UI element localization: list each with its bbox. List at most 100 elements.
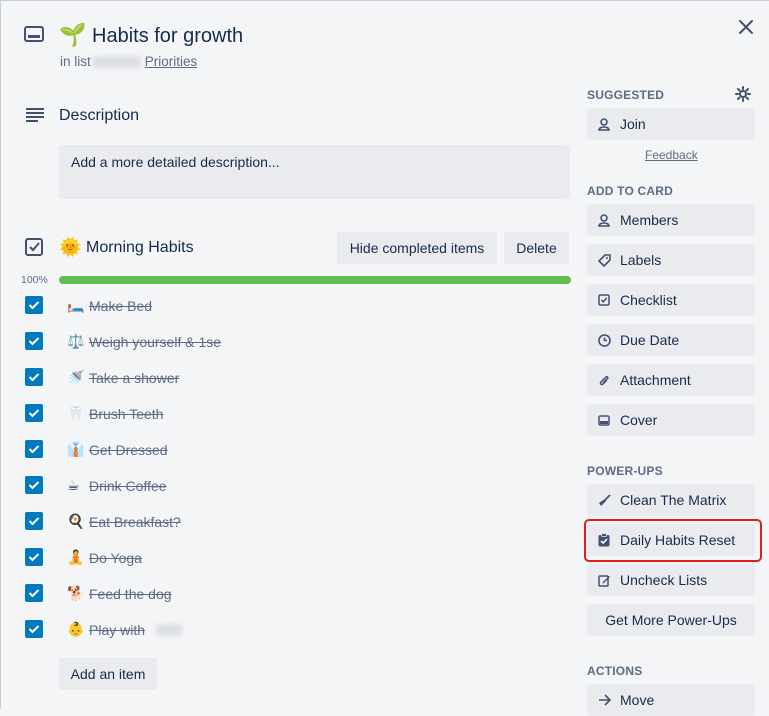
- broom-icon: [597, 493, 611, 507]
- paperclip-icon: [597, 373, 611, 387]
- sidebar-button-label: Checklist: [620, 292, 677, 308]
- checklist-item[interactable]: 🍳 Eat Breakfast?: [1, 504, 581, 540]
- progress-percent: 100%: [21, 274, 48, 286]
- due-date-button[interactable]: Due Date: [587, 324, 755, 356]
- sidebar-button-label: Members: [620, 212, 679, 228]
- add-to-card-heading: ADD TO CARD: [587, 184, 673, 198]
- move-label: Move: [620, 692, 655, 708]
- cover-button[interactable]: Cover: [587, 404, 755, 436]
- checklist-items: 🛏️ Make Bed ⚖️ Weigh yourself & 1se 🚿 Take a …: [1, 288, 581, 648]
- checkbox-checked[interactable]: [25, 620, 43, 638]
- checklist-item[interactable]: ☕ Drink Coffee: [1, 468, 581, 504]
- list-link[interactable]: Priorities: [145, 54, 198, 69]
- card-title[interactable]: Habits for growth: [92, 23, 243, 49]
- item-text[interactable]: Play with: [89, 621, 145, 639]
- item-emoji: ⚖️: [67, 333, 85, 349]
- checklist-item[interactable]: 🐕 Feed the dog: [1, 576, 581, 612]
- item-text[interactable]: Make Bed: [89, 297, 152, 315]
- hide-completed-button[interactable]: Hide completed items: [337, 232, 497, 264]
- item-emoji: 🚿: [67, 369, 85, 385]
- list-breadcrumb: in list Priorities: [60, 54, 197, 69]
- clean-the-matrix-button[interactable]: Clean The Matrix: [587, 484, 755, 516]
- item-text[interactable]: Feed the dog: [89, 585, 172, 603]
- cover-icon: [597, 413, 611, 427]
- gear-icon[interactable]: [735, 86, 751, 102]
- checklist-button[interactable]: Checklist: [587, 284, 755, 316]
- sidebar-button-label: Cover: [620, 412, 658, 428]
- checkbox-checked[interactable]: [25, 440, 43, 458]
- sidebar-button-label: Labels: [620, 252, 662, 268]
- arrow-right-icon: [597, 693, 611, 707]
- item-text[interactable]: Drink Coffee: [89, 477, 167, 495]
- progress-bar-fill: [59, 276, 571, 284]
- edit-icon: [597, 573, 611, 587]
- checklist-item[interactable]: 🦷 Brush Teeth: [1, 396, 581, 432]
- item-emoji: 🛏️: [67, 297, 85, 313]
- move-button[interactable]: Move: [587, 684, 755, 716]
- clock-icon: [597, 333, 611, 347]
- sidebar-button-label: Uncheck Lists: [620, 572, 708, 588]
- members-button[interactable]: Members: [587, 204, 755, 236]
- join-label: Join: [620, 116, 646, 132]
- checklist-item[interactable]: 👶 Play with: [1, 612, 581, 648]
- item-emoji: 🦷: [67, 405, 85, 421]
- feedback-link[interactable]: Feedback: [645, 148, 698, 162]
- uncheck-lists-button[interactable]: Uncheck Lists: [587, 564, 755, 596]
- checklist-item[interactable]: ⚖️ Weigh yourself & 1se: [1, 324, 581, 360]
- sidebar-button-label: Attachment: [620, 372, 691, 388]
- checkbox-checked[interactable]: [25, 476, 43, 494]
- checklist-item[interactable]: 👔 Get Dressed: [1, 432, 581, 468]
- progress-bar: [59, 276, 571, 284]
- checkbox-checked[interactable]: [25, 512, 43, 530]
- get-more-power-ups-button[interactable]: Get More Power-Ups: [587, 604, 755, 636]
- item-emoji: 🐕: [67, 585, 85, 601]
- description-heading: Description: [59, 107, 140, 124]
- checklist-emoji: 🌞: [59, 237, 82, 257]
- checklist-item[interactable]: 🚿 Take a shower: [1, 360, 581, 396]
- item-emoji: 👔: [67, 441, 85, 457]
- suggested-heading: SUGGESTED: [587, 88, 665, 102]
- get-more-power-ups-label: Get More Power-Ups: [605, 612, 737, 628]
- sidebar-button-label: Daily Habits Reset: [620, 532, 736, 548]
- item-text[interactable]: Eat Breakfast?: [89, 513, 181, 531]
- checklist-item[interactable]: 🧘 Do Yoga: [1, 540, 581, 576]
- card-icon: [24, 25, 44, 43]
- delete-checklist-button[interactable]: Delete: [504, 232, 569, 264]
- checklist-icon: [25, 238, 43, 256]
- add-item-button[interactable]: Add an item: [59, 658, 157, 690]
- attachment-button[interactable]: Attachment: [587, 364, 755, 396]
- sidebar-button-label: Clean The Matrix: [620, 492, 727, 508]
- item-text[interactable]: Do Yoga: [89, 549, 142, 567]
- description-input[interactable]: Add a more detailed description...: [59, 145, 570, 199]
- item-emoji: 👶: [67, 621, 85, 637]
- in-list-prefix: in list: [60, 54, 91, 69]
- actions-heading: ACTIONS: [587, 664, 643, 678]
- description-icon: [25, 107, 45, 123]
- checkbox-checked[interactable]: [25, 368, 43, 386]
- checkbox-icon: [597, 293, 611, 307]
- person-icon: [597, 213, 611, 227]
- item-text[interactable]: Take a shower: [89, 369, 179, 387]
- item-emoji: 🍳: [67, 513, 85, 529]
- sidebar-button-label: Due Date: [620, 332, 680, 348]
- item-text[interactable]: Brush Teeth: [89, 405, 163, 423]
- item-emoji: ☕: [67, 477, 80, 493]
- join-button[interactable]: Join: [587, 108, 755, 140]
- checkbox-checked[interactable]: [25, 404, 43, 422]
- checkbox-checked[interactable]: [25, 296, 43, 314]
- item-text[interactable]: Weigh yourself & 1se: [89, 333, 221, 351]
- checkbox-checked[interactable]: [25, 332, 43, 350]
- title-emoji: 🌱: [59, 22, 87, 47]
- checklist-item[interactable]: 🛏️ Make Bed: [1, 288, 581, 324]
- power-ups-heading: POWER-UPS: [587, 464, 663, 478]
- person-icon: [597, 117, 611, 131]
- checklist-title[interactable]: Morning Habits: [86, 239, 194, 257]
- checkbox-checked[interactable]: [25, 584, 43, 602]
- labels-button[interactable]: Labels: [587, 244, 755, 276]
- item-text[interactable]: Get Dressed: [89, 441, 168, 459]
- daily-habits-reset-button[interactable]: Daily Habits Reset: [587, 524, 755, 556]
- item-emoji: 🧘: [67, 549, 85, 565]
- tag-icon: [597, 253, 611, 267]
- checkbox-checked[interactable]: [25, 548, 43, 566]
- close-icon[interactable]: [738, 19, 754, 35]
